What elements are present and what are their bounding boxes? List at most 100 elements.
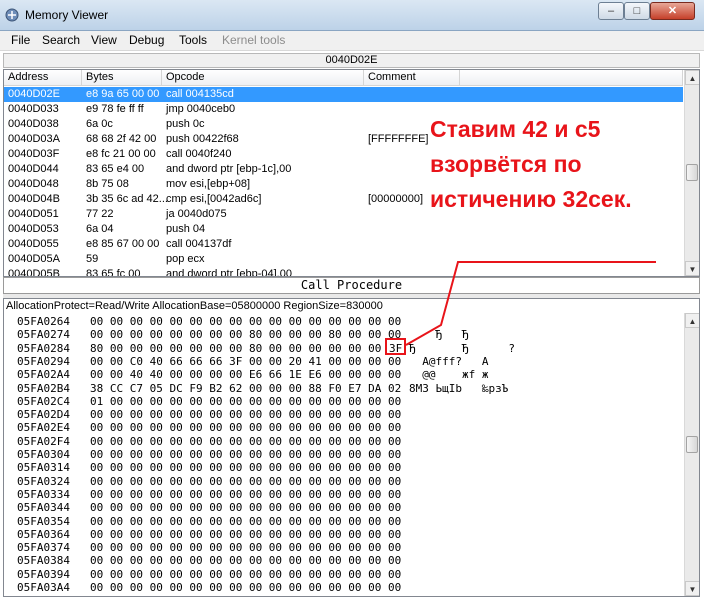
hex-bytes[interactable]: 00 00 00 00 00 00 00 00 00 00 00 00 00 0… bbox=[90, 475, 401, 488]
column-header-address[interactable]: Address bbox=[4, 70, 82, 86]
disassembly-row[interactable]: 0040D02E e8 9a 65 00 00 call 004135cd bbox=[4, 87, 683, 102]
disassembly-row[interactable]: 0040D05B 83 65 fc 00 and dword ptr [ebp-04… bbox=[4, 267, 683, 277]
hex-address: 05FA0374 bbox=[17, 541, 70, 555]
disassembly-bytes: 59 bbox=[86, 253, 99, 265]
hex-bytes[interactable]: 00 00 00 00 00 00 00 00 00 00 00 00 00 0… bbox=[90, 408, 401, 421]
disassembly-bytes: e9 78 fe ff ff bbox=[86, 103, 144, 115]
hex-address: 05FA0354 bbox=[17, 514, 70, 528]
menu-search[interactable]: Search bbox=[42, 33, 80, 47]
hex-bytes[interactable]: 00 00 00 00 00 00 00 00 00 00 00 00 00 0… bbox=[90, 568, 401, 581]
hex-bytes[interactable]: 00 00 00 00 00 00 00 00 00 00 00 00 00 0… bbox=[90, 581, 401, 594]
disassembly-opcode: cmp esi,[0042ad6c] bbox=[166, 193, 262, 205]
minimize-button[interactable]: – bbox=[598, 2, 624, 20]
disassembly-bytes: 6a 04 bbox=[86, 223, 114, 235]
disassembly-opcode: call 0040f240 bbox=[166, 148, 232, 160]
disassembly-address: 0040D044 bbox=[8, 163, 59, 175]
hex-address: 05FA02D4 bbox=[17, 408, 70, 422]
disassembly-opcode: push 00422f68 bbox=[166, 133, 239, 145]
disassembly-row[interactable]: 0040D055 e8 85 67 00 00 call 004137df bbox=[4, 237, 683, 252]
annotation-line: истичению 32сек. bbox=[430, 186, 632, 212]
disassembly-bytes: e8 9a 65 00 00 bbox=[86, 88, 160, 100]
menu-file[interactable]: File bbox=[11, 33, 30, 47]
disassembly-address: 0040D02E bbox=[8, 88, 60, 100]
disassembly-address: 0040D05B bbox=[8, 268, 60, 277]
disassembly-row[interactable]: 0040D05A 59 pop ecx bbox=[4, 252, 683, 267]
hex-bytes[interactable]: 00 00 00 00 00 00 00 00 00 00 00 00 00 0… bbox=[90, 515, 401, 528]
hex-bytes[interactable]: 00 00 00 00 00 00 00 00 00 00 00 00 00 0… bbox=[90, 435, 401, 448]
hex-view[interactable]: AllocationProtect=Read/Write AllocationB… bbox=[3, 298, 700, 597]
menu-debug[interactable]: Debug bbox=[129, 33, 164, 47]
menu-kernel-tools: Kernel tools bbox=[222, 33, 286, 47]
disassembly-row[interactable]: 0040D053 6a 04 push 04 bbox=[4, 222, 683, 237]
column-header-bytes[interactable]: Bytes bbox=[82, 70, 162, 86]
hex-address: 05FA0364 bbox=[17, 527, 70, 541]
disassembly-address: 0040D055 bbox=[8, 238, 59, 250]
hex-scroll-down-arrow-icon[interactable]: ▼ bbox=[685, 581, 699, 596]
hex-ascii: А@fff? A bbox=[409, 354, 489, 368]
hex-scroll-thumb[interactable] bbox=[686, 436, 698, 453]
maximize-button[interactable]: □ bbox=[624, 2, 650, 20]
hex-scrollbar[interactable]: ▲ ▼ bbox=[684, 313, 699, 596]
disassembly-opcode: ja 0040d075 bbox=[166, 208, 227, 220]
hex-address: 05FA0294 bbox=[17, 354, 70, 368]
call-procedure-bar[interactable]: Call Procedure bbox=[3, 277, 700, 294]
hex-bytes[interactable]: 00 00 00 00 00 00 00 00 00 00 00 00 00 0… bbox=[90, 461, 401, 474]
hex-bytes[interactable]: 00 00 00 00 00 00 00 00 00 00 00 00 00 0… bbox=[90, 528, 401, 541]
column-header-opcode[interactable]: Opcode bbox=[162, 70, 364, 86]
hex-address: 05FA0284 bbox=[17, 341, 70, 355]
menu-bar: File Search View Debug Tools Kernel tool… bbox=[0, 31, 704, 51]
disassembly-bytes: e8 85 67 00 00 bbox=[86, 238, 160, 250]
annotation-line: Ставим 42 и с5 bbox=[430, 116, 601, 142]
hex-bytes[interactable]: 80 00 00 00 00 00 00 00 80 00 00 00 00 0… bbox=[90, 342, 388, 355]
disassembly-bytes: 3b 35 6c ad 42... bbox=[86, 193, 168, 205]
menu-tools[interactable]: Tools bbox=[179, 33, 207, 47]
scroll-up-arrow-icon[interactable]: ▲ bbox=[685, 70, 699, 85]
disassembly-address: 0040D048 bbox=[8, 178, 59, 190]
hex-bytes[interactable]: 00 00 00 00 00 00 00 00 80 00 00 00 80 0… bbox=[90, 328, 401, 341]
hex-ascii: Ђ Ђ ? bbox=[409, 341, 515, 355]
hex-ascii: @@ жf ж bbox=[409, 368, 489, 382]
disassembly-opcode: and dword ptr [ebp-1c],00 bbox=[166, 163, 292, 175]
column-header-comment[interactable]: Comment bbox=[364, 70, 460, 86]
disassembly-address: 0040D03A bbox=[8, 133, 60, 145]
current-address-header: 0040D02E bbox=[3, 53, 700, 68]
annotation-text: Ставим 42 и с5 взорвётся по истичению 32… bbox=[430, 112, 690, 217]
disassembly-address: 0040D03F bbox=[8, 148, 60, 160]
hex-bytes[interactable]: 01 00 00 00 00 00 00 00 00 00 00 00 00 0… bbox=[90, 395, 401, 408]
menu-view[interactable]: View bbox=[91, 33, 117, 47]
disassembly-bytes: 6a 0c bbox=[86, 118, 113, 130]
hex-address: 05FA0274 bbox=[17, 328, 70, 342]
hex-ascii: Ђ Ђ bbox=[409, 328, 469, 342]
hex-bytes[interactable]: 00 00 00 00 00 00 00 00 00 00 00 00 00 0… bbox=[90, 421, 401, 434]
disassembly-address: 0040D038 bbox=[8, 118, 59, 130]
disassembly-bytes: e8 fc 21 00 00 bbox=[86, 148, 156, 160]
disassembly-address: 0040D051 bbox=[8, 208, 59, 220]
hex-address: 05FA0314 bbox=[17, 461, 70, 475]
scroll-down-arrow-icon[interactable]: ▼ bbox=[685, 261, 699, 276]
disassembly-opcode: and dword ptr [ebp-04],00 bbox=[166, 268, 292, 277]
disassembly-comment: [FFFFFFFE] bbox=[368, 133, 429, 145]
hex-bytes[interactable]: 00 00 00 00 00 00 00 00 00 00 00 00 00 0… bbox=[90, 554, 401, 567]
disassembly-opcode: pop ecx bbox=[166, 253, 205, 265]
hex-address: 05FA02A4 bbox=[17, 368, 70, 382]
disassembly-bytes: 8b 75 08 bbox=[86, 178, 129, 190]
disassembly-address: 0040D053 bbox=[8, 223, 59, 235]
title-bar[interactable]: Memory Viewer – □ ✕ bbox=[0, 0, 704, 31]
disassembly-address: 0040D05A bbox=[8, 253, 60, 265]
hex-bytes[interactable]: 00 00 00 00 00 00 00 00 00 00 00 00 00 0… bbox=[90, 448, 401, 461]
hex-address: 05FA0384 bbox=[17, 554, 70, 568]
hex-address: 05FA02F4 bbox=[17, 434, 70, 448]
hex-bytes[interactable]: 00 00 00 00 00 00 00 00 00 00 00 00 00 0… bbox=[90, 315, 401, 328]
hex-bytes[interactable]: 38 CC C7 05 DC F9 B2 62 00 00 00 88 F0 E… bbox=[90, 382, 401, 395]
hex-bytes[interactable]: 00 00 00 00 00 00 00 00 00 00 00 00 00 0… bbox=[90, 501, 401, 514]
disassembly-opcode: mov esi,[ebp+08] bbox=[166, 178, 251, 190]
hex-bytes[interactable]: 00 00 40 40 00 00 00 00 E6 66 1E E6 00 0… bbox=[90, 368, 401, 381]
allocation-info: AllocationProtect=Read/Write AllocationB… bbox=[6, 300, 383, 312]
close-button[interactable]: ✕ bbox=[650, 2, 695, 20]
hex-bytes[interactable]: 00 00 00 00 00 00 00 00 00 00 00 00 00 0… bbox=[90, 488, 401, 501]
hex-scroll-up-arrow-icon[interactable]: ▲ bbox=[685, 313, 699, 328]
hex-bytes[interactable]: 00 00 C0 40 66 66 66 3F 00 00 20 41 00 0… bbox=[90, 355, 401, 368]
disassembly-comment: [00000000] bbox=[368, 193, 424, 205]
hex-bytes[interactable]: 00 00 00 00 00 00 00 00 00 00 00 00 00 0… bbox=[90, 541, 401, 554]
hex-address: 05FA0264 bbox=[17, 315, 70, 328]
